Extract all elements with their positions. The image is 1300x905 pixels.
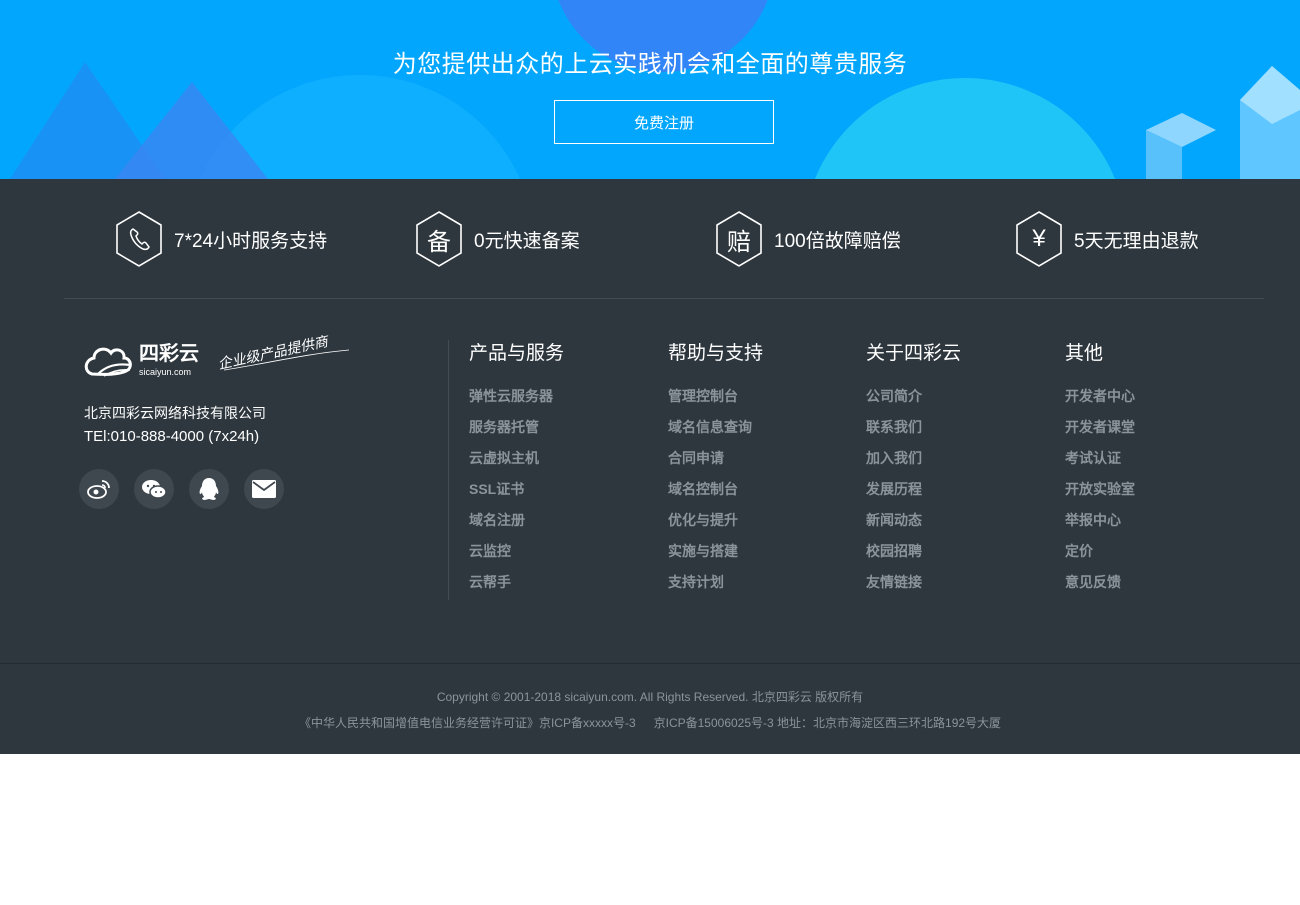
copyright-divider: [0, 663, 1300, 664]
company-name: 北京四彩云网络科技有限公司: [84, 405, 266, 421]
column-title: 其他: [1065, 343, 1104, 364]
column-title: 帮助与支持: [668, 343, 764, 364]
footer-link[interactable]: 定价: [1065, 542, 1135, 573]
brand-name: 四彩云: [139, 341, 199, 365]
phone-icon: [114, 210, 164, 268]
footer-link[interactable]: 弹性云服务器: [469, 387, 564, 418]
compensation-icon: 赔: [714, 210, 764, 268]
wechat-button[interactable]: [134, 469, 174, 509]
footer-link[interactable]: 加入我们: [866, 449, 961, 480]
footer-link[interactable]: 云虚拟主机: [469, 449, 564, 480]
footer-link[interactable]: 实施与搭建: [668, 542, 763, 573]
column-about: 关于四彩云 公司简介 联系我们 加入我们 发展历程 新闻动态 校园招聘 友情链接: [866, 341, 961, 604]
footer-link[interactable]: 开发者课堂: [1065, 418, 1135, 449]
footer-link[interactable]: 公司简介: [866, 387, 961, 418]
footer-link[interactable]: 云监控: [469, 542, 564, 573]
footer-link[interactable]: 意见反馈: [1065, 573, 1135, 604]
brand-domain: sicaiyun.com: [139, 367, 191, 377]
icp-address-text: 京ICP备15006025号-3 地址：北京市海淀区西三环北路192号大厦: [653, 716, 1002, 730]
license-text[interactable]: 《中华人民共和国增值电信业务经营许可证》京ICP备xxxxx号-3: [299, 716, 636, 730]
yuan-icon: ¥: [1014, 210, 1064, 268]
brand-logo[interactable]: 四彩云 sicaiyun.com 企业级产品提供商: [84, 334, 354, 389]
column-help: 帮助与支持 管理控制台 域名信息查询 合同申请 域名控制台 优化与提升 实施与搭…: [668, 341, 763, 604]
feature-refund: ¥ 5天无理由退款: [1014, 210, 1199, 268]
footer-link[interactable]: 合同申请: [668, 449, 763, 480]
footer-link[interactable]: 优化与提升: [668, 511, 763, 542]
weibo-button[interactable]: [79, 469, 119, 509]
footer-link[interactable]: 校园招聘: [866, 542, 961, 573]
feature-label: 7*24小时服务支持: [174, 230, 328, 252]
footer-link[interactable]: 发展历程: [866, 480, 961, 511]
footer-link[interactable]: 支持计划: [668, 573, 763, 604]
footer-link[interactable]: 云帮手: [469, 573, 564, 604]
brand-slogan: 企业级产品提供商: [217, 334, 332, 373]
service-features: 7*24小时服务支持 备 0元快速备案 赔 100倍故障赔偿 ¥ 5天无理由退款: [0, 179, 1300, 298]
column-products: 产品与服务 弹性云服务器 服务器托管 云虚拟主机 SSL证书 域名注册 云监控 …: [469, 341, 564, 604]
company-tel: TEl:010-888-4000 (7x24h): [84, 428, 260, 445]
footer-link[interactable]: SSL证书: [469, 480, 564, 511]
footer-link[interactable]: 新闻动态: [866, 511, 961, 542]
footer-link[interactable]: 服务器托管: [469, 418, 564, 449]
footer-link[interactable]: 考试认证: [1065, 449, 1135, 480]
copyright-text: Copyright © 2001-2018 sicaiyun.com. All …: [436, 690, 864, 704]
footer-column-divider: [448, 340, 449, 600]
filing-icon: 备: [414, 210, 464, 268]
column-title: 产品与服务: [469, 343, 565, 364]
qq-icon: [199, 478, 219, 500]
footer-link[interactable]: 举报中心: [1065, 511, 1135, 542]
feature-service-support: 7*24小时服务支持: [114, 210, 327, 268]
footer-link[interactable]: 开放实验室: [1065, 480, 1135, 511]
free-register-button[interactable]: 免费注册: [554, 100, 774, 144]
wechat-icon: [142, 480, 167, 499]
feature-label: 5天无理由退款: [1074, 230, 1199, 252]
footer-link[interactable]: 管理控制台: [668, 387, 763, 418]
footer-link[interactable]: 联系我们: [866, 418, 961, 449]
cloud-logo-icon: 四彩云 sicaiyun.com 企业级产品提供商: [84, 334, 350, 377]
site-footer: 7*24小时服务支持 备 0元快速备案 赔 100倍故障赔偿 ¥ 5天无理由退款: [0, 179, 1300, 754]
qq-button[interactable]: [189, 469, 229, 509]
compensation-glyph: 赔: [727, 228, 751, 256]
icp-info: 《中华人民共和国增值电信业务经营许可证》京ICP备xxxxx号-3 京ICP备15…: [0, 714, 1300, 731]
cta-banner: 为您提供出众的上云实践机会和全面的尊贵服务 免费注册: [0, 0, 1300, 179]
feature-label: 0元快速备案: [474, 230, 580, 252]
footer-link[interactable]: 域名控制台: [668, 480, 763, 511]
column-other: 其他 开发者中心 开发者课堂 考试认证 开放实验室 举报中心 定价 意见反馈: [1065, 341, 1135, 604]
banner-decoration: [10, 0, 1300, 179]
mail-icon: [252, 480, 276, 498]
weibo-icon: [87, 480, 110, 499]
footer-link[interactable]: 友情链接: [866, 573, 961, 604]
footer-link[interactable]: 域名信息查询: [668, 418, 763, 449]
yuan-glyph: ¥: [1032, 225, 1046, 252]
footer-link[interactable]: 域名注册: [469, 511, 564, 542]
mail-button[interactable]: [244, 469, 284, 509]
filing-glyph: 备: [427, 228, 451, 256]
feature-compensation: 赔 100倍故障赔偿: [714, 210, 901, 268]
feature-fast-filing: 备 0元快速备案: [414, 210, 580, 268]
column-title: 关于四彩云: [866, 343, 962, 364]
feature-label: 100倍故障赔偿: [774, 230, 901, 252]
banner-title: 为您提供出众的上云实践机会和全面的尊贵服务: [392, 51, 908, 78]
footer-divider: [64, 298, 1264, 299]
footer-link[interactable]: 开发者中心: [1065, 387, 1135, 418]
